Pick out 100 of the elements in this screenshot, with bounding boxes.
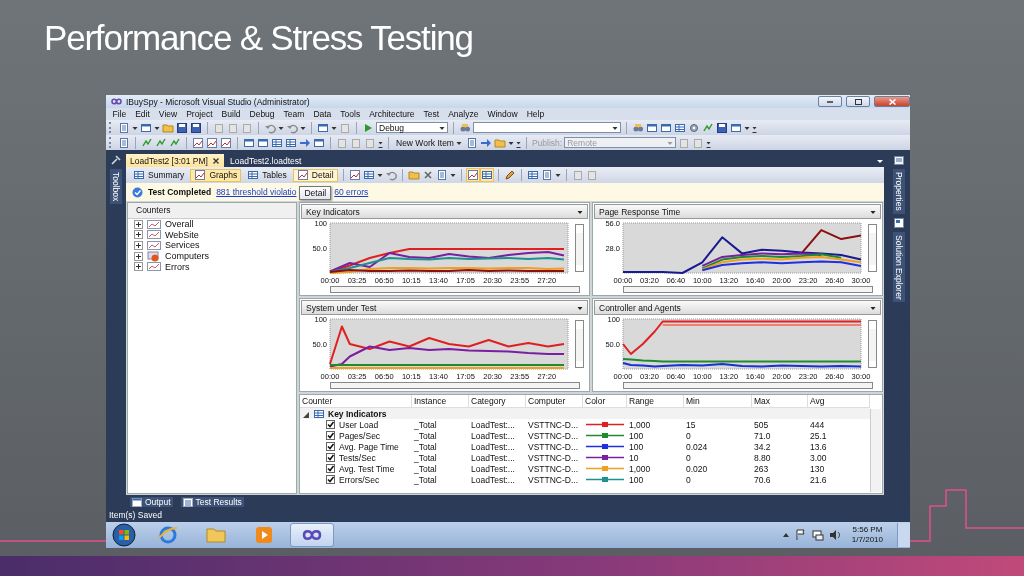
configuration-dropdown[interactable]: Debug (376, 122, 448, 133)
table-cell-text: 10 (628, 452, 640, 463)
menu-item[interactable]: Edit (130, 109, 155, 119)
window-title: IBuySpy - Microsoft Visual Studio (Administrator) (126, 96, 310, 107)
table-cell: Pages/Sec (339, 430, 381, 441)
view-button[interactable]: Tables (243, 168, 291, 182)
menu-item[interactable]: File (108, 109, 131, 119)
clock-time: 5:56 PM (852, 525, 883, 535)
side-tab[interactable]: Toolbox (110, 169, 122, 205)
table-cell-text: VSTTNC-D... (527, 463, 580, 474)
tooltip: Detail (299, 186, 332, 200)
side-tab[interactable]: Solution Explorer (893, 231, 905, 303)
document-tab[interactable]: LoadTest2 [3:01 PM] (126, 154, 224, 167)
table-cell: User Load (339, 419, 379, 430)
graph-title: Controller and Agents (599, 302, 681, 313)
tree-item[interactable]: Computers (165, 251, 209, 262)
table-cell-text: 34.2 (753, 441, 772, 452)
menu-item[interactable]: Data (308, 109, 336, 119)
graph-selector[interactable]: Page Response Time (594, 204, 881, 219)
menu-item[interactable]: View (154, 109, 182, 119)
tree-item[interactable]: Overall (165, 219, 194, 230)
menu-item[interactable]: Debug (245, 109, 280, 119)
status-title: Test Completed (148, 187, 212, 197)
menu-item[interactable]: Analyze (443, 109, 483, 119)
table-cell: Avg. Page Time (339, 441, 399, 452)
table-cell-text: _Total (413, 474, 438, 485)
table-cell-text: 263 (753, 463, 770, 474)
menu-item[interactable]: Project (181, 109, 218, 119)
panel-tab[interactable]: Test Results (180, 497, 244, 507)
menu-item[interactable]: Help (522, 109, 549, 119)
table-cell-text: 100 (628, 441, 645, 452)
tree-item[interactable]: Errors (165, 261, 190, 272)
column-header[interactable]: Color (583, 395, 627, 407)
table-cell-text: LoadTest:... (470, 452, 516, 463)
view-button[interactable]: Detail (292, 168, 338, 182)
table-cell-text: 25.1 (809, 430, 828, 441)
graph-selector[interactable]: System under Test (301, 300, 588, 315)
table-cell-text: 13.6 (809, 441, 828, 452)
table-cell-text: _Total (413, 441, 438, 452)
side-tab[interactable]: Properties (893, 169, 905, 214)
table-cell-text: VSTTNC-D... (527, 419, 580, 430)
column-header[interactable]: Computer (526, 395, 583, 407)
panel-header: Counters (128, 203, 296, 219)
group-label: Key Indicators (328, 408, 387, 419)
column-header[interactable]: Min (684, 395, 752, 407)
table-cell: Tests/Sec (339, 452, 376, 463)
menu-item[interactable]: Window (482, 109, 523, 119)
table-cell-text: 505 (753, 419, 770, 430)
table-cell: Errors/Sec (339, 474, 380, 485)
menu-item[interactable]: Tools (335, 109, 365, 119)
table-cell-text: VSTTNC-D... (527, 474, 580, 485)
column-header[interactable]: Range (627, 395, 684, 407)
table-cell-text: 100 (628, 474, 645, 485)
view-button[interactable]: Summary (129, 168, 189, 182)
graph-selector[interactable]: Controller and Agents (594, 300, 881, 315)
table-cell-text: LoadTest:... (470, 474, 516, 485)
column-header[interactable]: Category (469, 395, 526, 407)
table-cell-text: 1,000 (628, 419, 652, 430)
table-cell-text: VSTTNC-D... (527, 441, 580, 452)
menu-item[interactable]: Architecture (364, 109, 420, 119)
graph-title: Key Indicators (306, 206, 360, 217)
column-header[interactable]: Counter (300, 395, 412, 407)
errors-link[interactable]: 60 errors (334, 187, 369, 197)
table-cell-text: 1,000 (628, 463, 652, 474)
table-cell-text: 70.6 (753, 474, 772, 485)
status-text: Item(s) Saved (108, 509, 163, 522)
menu-item[interactable]: Build (217, 109, 245, 119)
slide-title: Performance & Stress Testing (44, 17, 474, 59)
table-cell-text: _Total (413, 452, 438, 463)
clock-date: 1/7/2010 (851, 535, 883, 545)
column-header[interactable]: Instance (412, 395, 469, 407)
panel-tab[interactable]: Output (130, 497, 173, 507)
tree-item[interactable]: Services (165, 240, 200, 251)
view-button[interactable]: Graphs (190, 168, 242, 182)
graph-title: Page Response Time (599, 206, 681, 217)
table-cell-text: 100 (628, 430, 645, 441)
table-cell-text: 0.024 (685, 441, 709, 452)
table-cell-text: 15 (685, 419, 697, 430)
column-header[interactable]: Avg (808, 395, 870, 407)
table-cell-text: LoadTest:... (470, 441, 516, 452)
new-work-item-button[interactable]: New Work Item (394, 136, 464, 149)
table-cell-text: LoadTest:... (470, 463, 516, 474)
table-cell-text: 130 (809, 463, 826, 474)
document-tab[interactable]: LoadTest2.loadtest (225, 154, 306, 167)
table-cell-text: 8.80 (753, 452, 772, 463)
menu-item[interactable]: Team (279, 109, 309, 119)
graph-title: System under Test (306, 302, 377, 313)
tree-item[interactable]: WebSite (165, 229, 199, 240)
graph-selector[interactable]: Key Indicators (301, 204, 588, 219)
column-header[interactable]: Max (752, 395, 808, 407)
table-cell-text: 21.6 (809, 474, 828, 485)
menu-item[interactable]: Test (419, 109, 444, 119)
table-cell-text: 0 (685, 430, 692, 441)
violations-link[interactable]: 881 threshold violatio (216, 187, 297, 197)
table-cell-text: LoadTest:... (470, 419, 516, 430)
table-cell-text: 3.00 (809, 452, 828, 463)
table-cell-text: 71.0 (753, 430, 772, 441)
publish-label: Publish: (531, 137, 563, 148)
table-cell-text: _Total (413, 430, 438, 441)
table-cell: Avg. Test Time (339, 463, 395, 474)
